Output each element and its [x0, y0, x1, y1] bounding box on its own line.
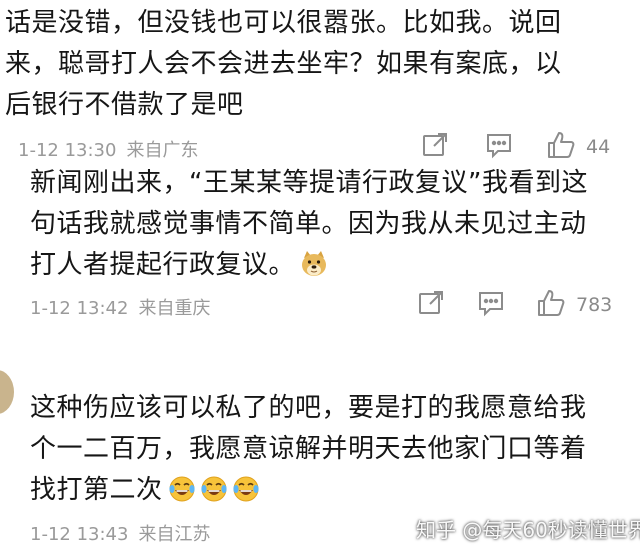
- time-text: 1-12 13:42: [30, 298, 129, 319]
- comment-line: 这种伤应该可以私了的吧，要是打的我愿意给我: [30, 393, 587, 423]
- comment-line: 句话我就感觉事情不简单。因为我从未见过主动: [30, 209, 587, 239]
- time-text: 1-12 13:43: [30, 524, 129, 545]
- like-count: 783: [576, 294, 613, 316]
- comment-line: 话是没错，但没钱也可以很嚣张。比如我。说回: [5, 8, 562, 38]
- avatar[interactable]: [0, 370, 14, 414]
- comment-meta: 1-12 13:30 来自广东 44: [0, 128, 640, 168]
- comment-line: 来，聪哥打人会不会进去坐牢？如果有案底，以: [5, 49, 562, 79]
- comment-line-text: 找打第二次: [30, 475, 163, 505]
- comment-line: 个一二百万，我愿意谅解并明天去他家门口等着: [30, 434, 587, 464]
- comment-line: 新闻刚出来，“王某某等提请行政复议”我看到这: [30, 168, 588, 198]
- comment-line: 打人者提起行政复议。: [30, 245, 588, 286]
- share-icon[interactable]: [420, 130, 456, 166]
- source-text: 来自重庆: [138, 298, 211, 319]
- comment-timestamp: 1-12 13:30 来自广东: [18, 136, 198, 162]
- like-icon[interactable]: [546, 130, 582, 166]
- tears-of-joy-emoji: [167, 474, 263, 517]
- source-text: 来自广东: [126, 140, 199, 161]
- comment-icon[interactable]: [484, 130, 520, 166]
- comment-text: 话是没错，但没钱也可以很嚣张。比如我。说回 来，聪哥打人会不会进去坐牢？如果有案…: [5, 3, 562, 126]
- share-icon[interactable]: [416, 288, 452, 324]
- comment-timestamp: 1-12 13:43 来自江苏: [30, 520, 210, 546]
- comment-icon[interactable]: [476, 288, 512, 324]
- comment-text: 新闻刚出来，“王某某等提请行政复议”我看到这 句话我就感觉事情不简单。因为我从未…: [30, 163, 588, 286]
- comment-text: 这种伤应该可以私了的吧，要是打的我愿意给我 个一二百万，我愿意谅解并明天去他家门…: [30, 388, 587, 511]
- comment-line: 找打第二次: [30, 470, 587, 511]
- source-text: 来自江苏: [138, 524, 211, 545]
- like-count: 44: [586, 136, 611, 158]
- like-icon[interactable]: [536, 288, 572, 324]
- time-text: 1-12 13:30: [18, 140, 117, 161]
- zhihu-watermark: 知乎 @每天60秒读懂世界: [416, 518, 640, 542]
- comment-timestamp: 1-12 13:42 来自重庆: [30, 294, 210, 320]
- comment-line-text: 打人者提起行政复议。: [30, 250, 296, 280]
- comment-line: 后银行不借款了是吧: [5, 90, 244, 120]
- comment-meta: 1-12 13:42 来自重庆 783: [0, 286, 640, 326]
